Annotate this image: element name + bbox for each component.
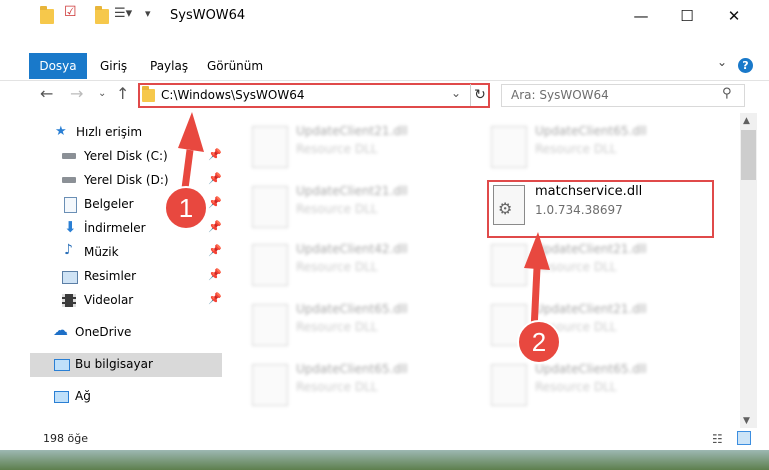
step-2-badge: 2 <box>517 320 561 364</box>
arrow-2 <box>524 232 550 331</box>
annotation-arrows <box>178 112 550 331</box>
step-1-badge: 1 <box>164 186 208 230</box>
arrow-1 <box>178 112 204 197</box>
